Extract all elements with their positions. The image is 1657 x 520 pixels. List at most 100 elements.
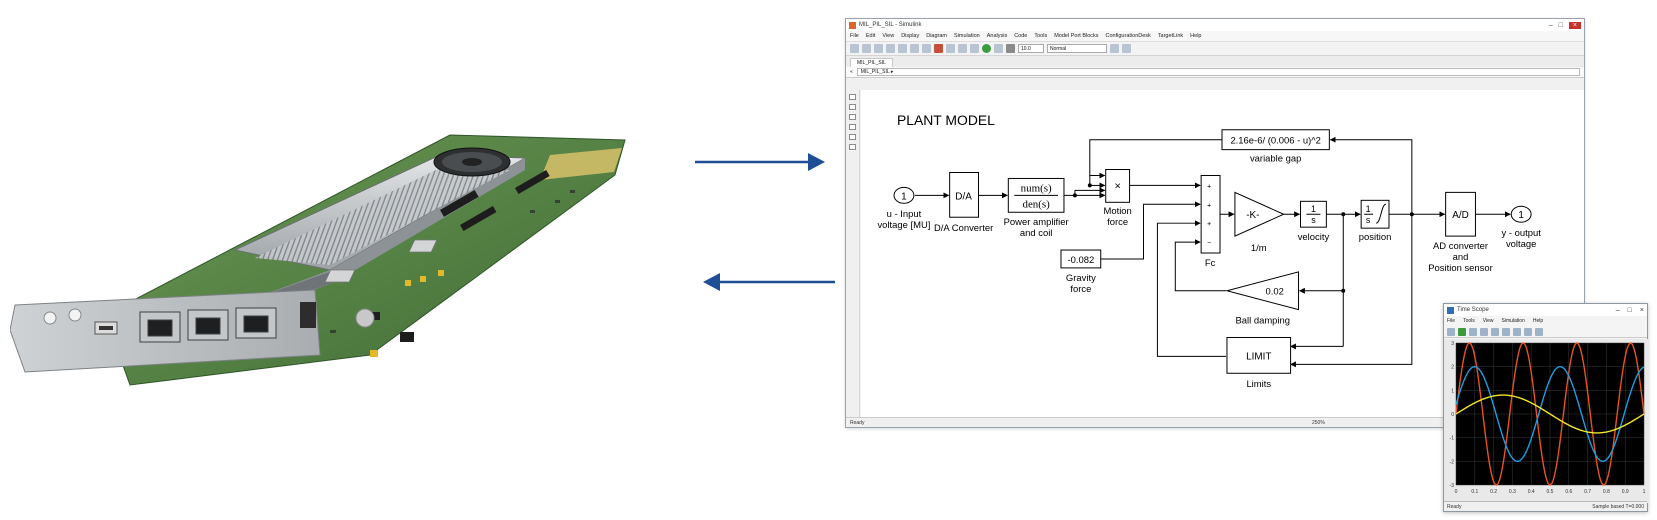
scope-minimize-icon[interactable]: – xyxy=(1616,307,1620,314)
scope-maximize-icon[interactable]: □ xyxy=(1628,307,1632,314)
menu-file[interactable]: File xyxy=(850,33,859,39)
model-advisor-icon[interactable] xyxy=(1110,44,1119,53)
x-tick-label: 0.5 xyxy=(1547,489,1554,495)
back-icon[interactable] xyxy=(910,44,919,53)
y-tick-label: 2 xyxy=(1451,365,1454,371)
sum-sign-2: + xyxy=(1207,202,1211,209)
arrow-to-model-head xyxy=(808,153,825,171)
image-icon[interactable] xyxy=(849,134,856,140)
stop-time-field[interactable]: 10.0 xyxy=(1018,44,1044,53)
autoscale-icon[interactable] xyxy=(1513,327,1521,336)
x-tick-label: 0 xyxy=(1455,489,1458,495)
simulation-mode-select[interactable]: Normal xyxy=(1047,44,1107,53)
simulink-toolbar: 10.0 Normal xyxy=(846,42,1584,56)
status-text: Ready xyxy=(850,419,865,426)
menu-targetlink[interactable]: TargetLink xyxy=(1158,33,1183,39)
run-icon[interactable] xyxy=(982,44,991,53)
area-icon[interactable] xyxy=(849,144,856,150)
annotation-icon[interactable] xyxy=(849,124,856,130)
menu-simulation[interactable]: Simulation xyxy=(954,33,980,39)
inport-label: u - Input voltage [MU] xyxy=(877,209,930,231)
forward-icon[interactable] xyxy=(922,44,931,53)
menu-diagram[interactable]: Diagram xyxy=(926,33,947,39)
library-browser-icon[interactable] xyxy=(934,44,943,53)
x-tick-label: 0.6 xyxy=(1565,489,1572,495)
arrow-icon[interactable] xyxy=(849,114,856,120)
maximize-icon[interactable]: □ xyxy=(1559,22,1563,29)
da-block-text: D/A xyxy=(955,191,972,202)
stop-icon[interactable] xyxy=(1006,44,1015,53)
ball-damping-block[interactable] xyxy=(1225,271,1300,311)
open-icon[interactable] xyxy=(862,44,871,53)
new-model-icon[interactable] xyxy=(850,44,859,53)
scope-step-icon[interactable] xyxy=(1469,327,1477,336)
minimize-icon[interactable]: – xyxy=(1549,22,1553,29)
x-tick-label: 1 xyxy=(1643,489,1646,495)
sum-sign-1: + xyxy=(1207,183,1211,190)
hide-explorer-icon[interactable]: « xyxy=(850,69,853,75)
scope-stop-icon[interactable] xyxy=(1480,327,1488,336)
zoom-icon[interactable] xyxy=(1502,327,1510,336)
menu-help[interactable]: Help xyxy=(1190,33,1201,39)
menu-analysis[interactable]: Analysis xyxy=(987,33,1007,39)
damping-value: 0.02 xyxy=(1265,287,1283,298)
scope-window-title: Time Scope xyxy=(1457,307,1489,313)
menu-model-port-blocks[interactable]: Model Port Blocks xyxy=(1054,33,1098,39)
highlight-icon[interactable] xyxy=(1491,327,1499,336)
menu-edit[interactable]: Edit xyxy=(866,33,875,39)
scope-menu-help[interactable]: Help xyxy=(1533,318,1543,324)
scope-menu-file[interactable]: File xyxy=(1447,318,1455,324)
sum-sign-3: + xyxy=(1207,221,1211,228)
scope-close-icon[interactable]: × xyxy=(1640,307,1644,314)
gap-label: variable gap xyxy=(1250,154,1301,165)
menu-configurationdesk[interactable]: ConfigurationDesk xyxy=(1106,33,1151,39)
cursor-icon[interactable] xyxy=(1524,327,1532,336)
model-explorer-icon[interactable] xyxy=(958,44,967,53)
scope-app-icon xyxy=(1447,306,1454,314)
menu-tools[interactable]: Tools xyxy=(1034,33,1047,39)
close-icon[interactable]: × xyxy=(1568,21,1581,29)
scope-statusbar: Ready Sample based T=0.000 xyxy=(1444,501,1647,511)
fit-to-view-icon[interactable] xyxy=(849,104,856,110)
outport-block[interactable]: 1 xyxy=(1510,205,1532,223)
tf-numerator: num(s) xyxy=(1021,182,1052,194)
undo-icon[interactable] xyxy=(886,44,895,53)
x-tick-label: 0.9 xyxy=(1622,489,1629,495)
step-back-icon[interactable] xyxy=(970,44,979,53)
scope-run-icon[interactable] xyxy=(1458,327,1466,336)
settings-icon[interactable] xyxy=(1447,327,1455,336)
model-breadcrumb[interactable]: MIL_PIL_SIL ▸ xyxy=(856,68,1580,76)
ad-label: AD converter and Position sensor xyxy=(1428,241,1493,274)
inport-block[interactable]: 1 xyxy=(893,186,915,204)
scope-menu-simulation[interactable]: Simulation xyxy=(1502,318,1525,324)
menu-view[interactable]: View xyxy=(882,33,894,39)
save-icon[interactable] xyxy=(874,44,883,53)
build-icon[interactable] xyxy=(1122,44,1131,53)
scope-status-text: Ready xyxy=(1447,503,1462,510)
simulink-window-title: MIL_PIL_SIL - Simulink xyxy=(859,22,922,28)
step-forward-icon[interactable] xyxy=(994,44,1003,53)
menu-display[interactable]: Display xyxy=(901,33,919,39)
y-tick-label: 3 xyxy=(1451,341,1454,347)
gain-label: 1/m xyxy=(1251,243,1267,254)
menu-code[interactable]: Code xyxy=(1014,33,1027,39)
time-scope-window[interactable]: Time Scope – □ × File Tools View Simulat… xyxy=(1443,303,1649,512)
scope-menu-tools[interactable]: Tools xyxy=(1463,318,1475,324)
sum-sign-4: − xyxy=(1207,240,1211,247)
scope-menu-view[interactable]: View xyxy=(1483,318,1494,324)
model-config-icon[interactable] xyxy=(946,44,955,53)
model-tabs: MIL_PIL_SIL xyxy=(846,56,1584,67)
scope-plot[interactable]: 0 0.1 0.2 0.3 0.4 0.5 0.6 0.7 0.8 0.9 1 3 2 1 0 -1 -2 -3 xyxy=(1444,339,1649,503)
measure-icon[interactable] xyxy=(1535,327,1543,336)
x-tick-label: 0.4 xyxy=(1528,489,1535,495)
int1-den: s xyxy=(1311,215,1316,225)
product-label: Motion force xyxy=(1103,206,1131,228)
zoom-in-icon[interactable] xyxy=(849,94,856,100)
tab-model[interactable]: MIL_PIL_SIL xyxy=(850,58,893,67)
zoom-level: 250% xyxy=(1312,419,1325,426)
tf-label: Power amplifier and coil xyxy=(1004,217,1069,239)
gravity-label: Gravity force xyxy=(1066,273,1096,295)
product-symbol: × xyxy=(1114,180,1120,192)
redo-icon[interactable] xyxy=(898,44,907,53)
da-label: D/A Converter xyxy=(934,223,993,234)
